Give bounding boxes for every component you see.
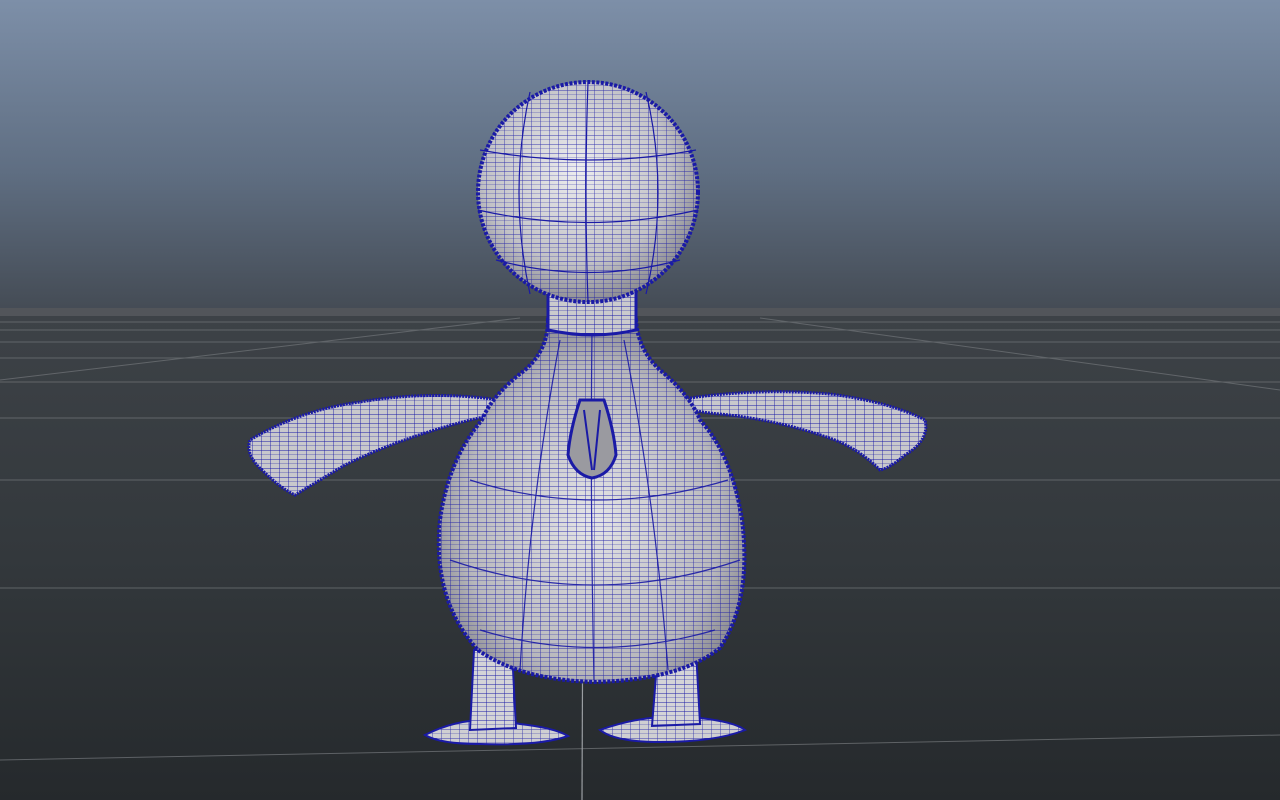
scene-canvas[interactable] (0, 0, 1280, 800)
head[interactable] (476, 80, 700, 304)
tail[interactable] (566, 398, 618, 480)
3d-viewport[interactable] (0, 0, 1280, 800)
